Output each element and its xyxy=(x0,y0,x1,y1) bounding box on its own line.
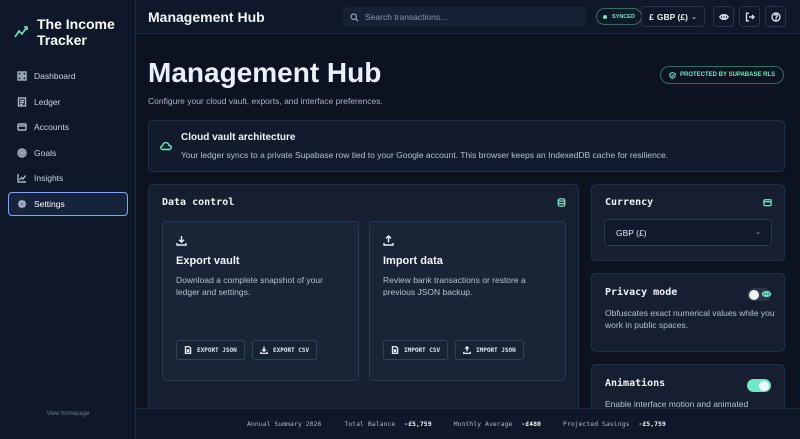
sidebar-item-accounts[interactable]: Accounts xyxy=(8,115,128,139)
import-data-description: Review bank transactions or restore a pr… xyxy=(383,275,526,297)
download-icon xyxy=(176,236,187,246)
import-json-label: IMPORT JSON xyxy=(476,346,516,354)
import-csv-label: IMPORT CSV xyxy=(404,346,441,354)
sidebar-item-ledger[interactable]: Ledger xyxy=(8,90,128,114)
export-vault-description: Download a complete snapshot of your led… xyxy=(176,275,323,297)
currency-panel: Currency GBP (£) ⌄ xyxy=(591,184,785,261)
sidebar-item-label: Accounts xyxy=(34,122,69,132)
chevron-down-icon: ⌄ xyxy=(755,229,761,236)
shield-icon xyxy=(669,71,676,79)
brand-title: The Income Tracker xyxy=(37,16,115,48)
export-json-label: EXPORT JSON xyxy=(197,346,237,354)
help-icon xyxy=(770,11,781,22)
cloud-vault-info-card: Cloud vault architecture Your ledger syn… xyxy=(148,120,785,172)
wallet-icon xyxy=(763,199,772,207)
file-icon xyxy=(184,346,192,354)
export-csv-button[interactable]: EXPORT CSV xyxy=(252,340,318,360)
projected-savings-label: Projected Savings xyxy=(562,420,630,428)
sidebar-item-label: Settings xyxy=(34,198,65,209)
import-data-title: Import data xyxy=(383,255,443,267)
privacy-mode-description: Obfuscates exact numerical values while … xyxy=(605,308,775,330)
toggle-knob xyxy=(759,380,769,391)
download-icon xyxy=(260,346,268,354)
sidebar-item-dashboard[interactable]: Dashboard xyxy=(8,64,128,88)
header-title: Management Hub xyxy=(148,9,265,25)
search-input[interactable] xyxy=(365,12,580,22)
view-homepage-link[interactable]: View homepage xyxy=(0,411,136,417)
sidebar-nav: Dashboard Ledger Accounts Goals Insights… xyxy=(8,64,128,217)
animations-toggle[interactable] xyxy=(747,379,771,392)
privacy-mode-title: Privacy mode xyxy=(605,287,678,298)
file-icon xyxy=(391,346,399,354)
help-button[interactable] xyxy=(765,6,786,27)
sync-status-badge: SYNCED xyxy=(596,8,642,25)
currency-label: GBP (£) xyxy=(656,11,688,22)
monthly-average-value: -£480 xyxy=(521,420,541,428)
sync-status-label: SYNCED xyxy=(612,13,635,20)
export-json-button[interactable]: EXPORT JSON xyxy=(176,340,245,360)
brand[interactable]: The Income Tracker xyxy=(14,16,117,48)
projected-savings-value: -£5,759 xyxy=(638,420,666,428)
sidebar-item-insights[interactable]: Insights xyxy=(8,166,128,190)
eye-icon xyxy=(761,291,772,297)
page-subtitle: Configure your cloud vault, exports, and… xyxy=(148,96,383,106)
total-balance-label: Total Balance xyxy=(344,420,396,428)
protected-badge: PROTECTED BY SUPABASE RLS xyxy=(660,66,785,84)
data-control-panel: Data control Export vault Download a com… xyxy=(148,184,579,414)
accounts-icon xyxy=(17,123,27,131)
ledger-icon xyxy=(17,96,27,107)
sidebar-item-goals[interactable]: Goals xyxy=(8,141,128,165)
annual-summary-bar: Annual Summary 2026 Total Balance -£5,75… xyxy=(136,408,800,439)
currency-select[interactable]: GBP (£) ⌄ xyxy=(604,219,772,246)
privacy-toggle-button[interactable] xyxy=(713,6,734,27)
protected-badge-label: PROTECTED BY SUPABASE RLS xyxy=(680,72,776,78)
sidebar-item-label: Ledger xyxy=(34,96,61,107)
data-control-title: Data control xyxy=(162,197,235,208)
upload-icon xyxy=(463,346,471,354)
search-icon xyxy=(350,12,359,22)
currency-picker[interactable]: £ GBP (£) ⌄ xyxy=(641,6,705,27)
import-csv-button[interactable]: IMPORT CSV xyxy=(383,340,449,360)
toggle-knob xyxy=(749,289,759,300)
export-vault-title: Export vault xyxy=(176,255,240,267)
status-dot-icon xyxy=(603,14,607,19)
total-balance-value: -£5,759 xyxy=(404,420,432,428)
eye-icon xyxy=(718,13,729,20)
sidebar-item-label: Dashboard xyxy=(34,71,76,81)
cloud-icon xyxy=(160,141,172,151)
import-json-button[interactable]: IMPORT JSON xyxy=(455,340,524,360)
privacy-mode-panel: Privacy mode Obfuscates exact numerical … xyxy=(591,273,785,352)
upload-icon xyxy=(383,235,394,246)
chart-icon xyxy=(17,174,27,183)
sidebar-item-label: Goals xyxy=(34,147,57,158)
database-icon xyxy=(557,198,566,207)
sign-out-button[interactable] xyxy=(739,6,760,27)
page-title: Management Hub xyxy=(148,57,382,88)
animations-title: Animations xyxy=(605,378,666,389)
sidebar-item-label: Insights xyxy=(34,173,64,183)
currency-symbol: £ xyxy=(649,11,654,22)
currency-select-value: GBP (£) xyxy=(616,227,647,238)
gear-icon xyxy=(17,199,27,208)
annual-summary-label: Annual Summary 2026 xyxy=(247,420,322,428)
info-title: Cloud vault architecture xyxy=(181,132,296,143)
top-bar: Management Hub SYNCED £ GBP (£) ⌄ xyxy=(136,0,800,34)
sidebar: The Income Tracker Dashboard Ledger Acco… xyxy=(0,0,136,439)
trend-logo-icon xyxy=(14,26,28,38)
search-box[interactable] xyxy=(343,7,586,27)
target-icon xyxy=(17,147,27,158)
dashboard-icon xyxy=(17,71,27,81)
info-body: Your ledger syncs to a private Supabase … xyxy=(181,150,669,160)
import-data-card: Import data Review bank transactions or … xyxy=(369,221,566,381)
monthly-average-label: Monthly Average xyxy=(453,420,513,428)
export-vault-card: Export vault Download a complete snapsho… xyxy=(162,221,359,381)
currency-title: Currency xyxy=(605,197,654,208)
chevron-down-icon: ⌄ xyxy=(690,13,697,21)
export-csv-label: EXPORT CSV xyxy=(273,346,310,354)
sidebar-item-settings[interactable]: Settings xyxy=(8,191,128,216)
sign-out-icon xyxy=(745,12,755,21)
